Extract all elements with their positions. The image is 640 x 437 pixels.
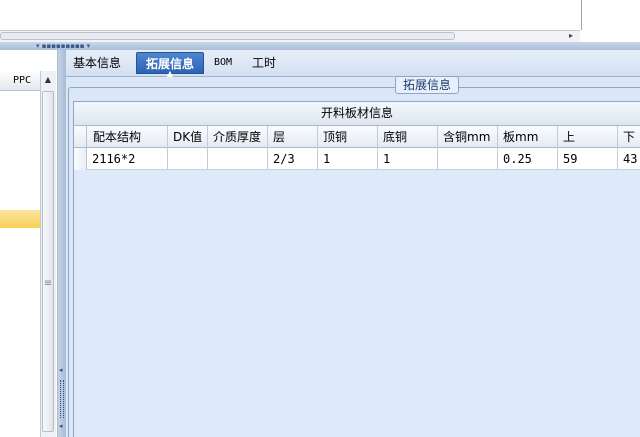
top-divider <box>581 0 582 30</box>
active-tab-pointer-icon: ▲ <box>166 69 174 78</box>
header-row-indicator <box>74 126 87 148</box>
vertical-scroll-thumb[interactable] <box>42 91 54 432</box>
column-header[interactable]: 含铜mm <box>438 126 498 148</box>
table-cell[interactable]: 2/3 <box>268 148 318 170</box>
table-cell[interactable]: 59 <box>558 148 618 170</box>
table-cell[interactable]: 0.25 <box>498 148 558 170</box>
splitter-grip-icon[interactable]: ▾ ▪▪▪▪▪▪▪▪▪ ▾ <box>36 43 100 50</box>
groupbox-title: 拓展信息 <box>395 76 459 94</box>
table-cell[interactable]: 43 <box>618 148 640 170</box>
column-header[interactable]: 顶铜 <box>318 126 378 148</box>
vertical-splitter-grip-icon[interactable] <box>60 380 64 418</box>
collapse-left-arrow-icon-bottom[interactable]: ◂ <box>59 422 65 430</box>
table-cell[interactable] <box>208 148 268 170</box>
table-cell[interactable] <box>168 148 208 170</box>
column-header[interactable]: 层 <box>268 126 318 148</box>
column-header[interactable]: DK值 <box>168 126 208 148</box>
column-header[interactable]: 介质厚度 <box>208 126 268 148</box>
grid-caption: 开料板材信息 <box>74 102 640 126</box>
scroll-right-arrow-icon[interactable]: ▸ <box>566 31 576 41</box>
horizontal-scroll-thumb[interactable] <box>0 32 455 40</box>
tab-bom[interactable]: BOM <box>206 52 240 74</box>
selected-list-row[interactable] <box>0 210 40 228</box>
table-cell[interactable]: 1 <box>318 148 378 170</box>
top-panel <box>0 0 640 30</box>
column-header[interactable]: 板mm <box>498 126 558 148</box>
tab-basic-info[interactable]: 基本信息 <box>68 52 126 74</box>
column-header[interactable]: 底铜 <box>378 126 438 148</box>
scroll-grip-icon: ≡ <box>43 278 53 289</box>
row-indicator[interactable] <box>74 148 87 170</box>
scroll-up-arrow-icon[interactable]: ▲ <box>41 73 55 87</box>
tab-work-hours[interactable]: 工时 <box>246 52 282 74</box>
table-cell[interactable]: 2116*2 <box>87 148 168 170</box>
vertical-splitter[interactable] <box>58 50 66 437</box>
table-cell[interactable] <box>438 148 498 170</box>
column-header[interactable]: 上 <box>558 126 618 148</box>
column-header-ppc: PPC <box>13 75 32 86</box>
column-header[interactable]: 配本结构 <box>87 126 168 148</box>
collapse-left-arrow-icon[interactable]: ◂ <box>59 366 65 374</box>
table-cell[interactable]: 1 <box>378 148 438 170</box>
column-header[interactable]: 下 <box>618 126 640 148</box>
